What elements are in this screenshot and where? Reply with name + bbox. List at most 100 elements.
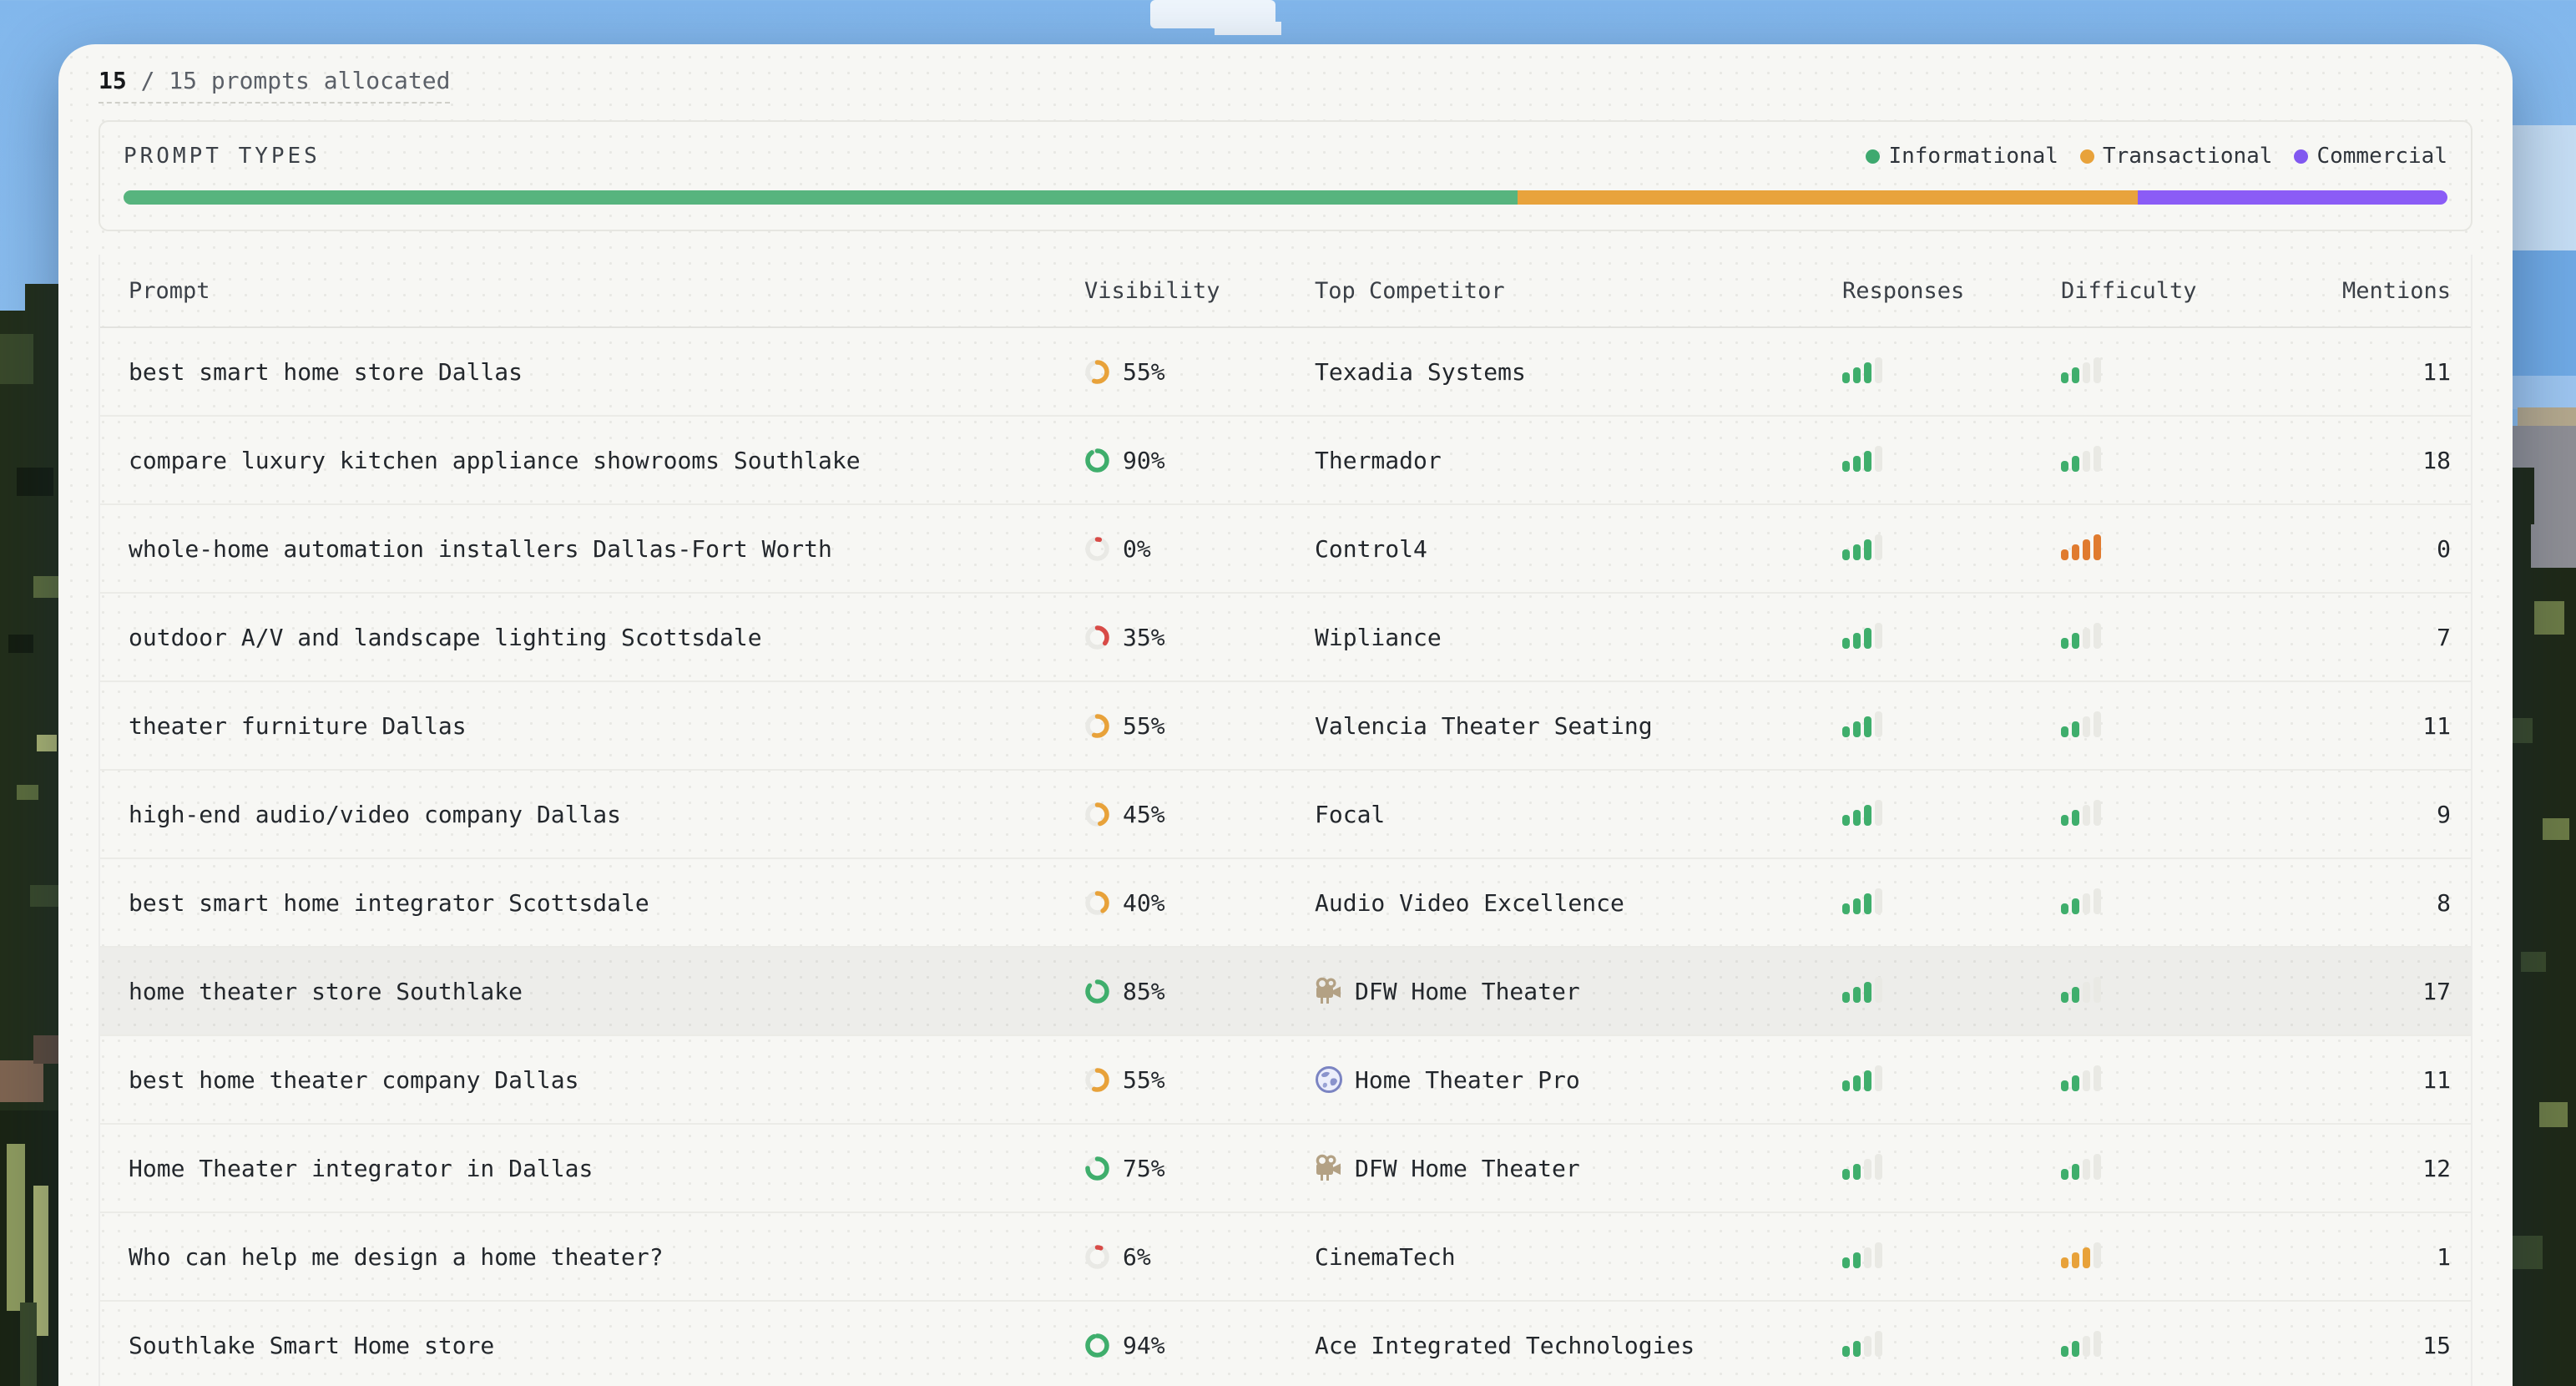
difficulty-bars-icon bbox=[2061, 886, 2101, 914]
legend-label: Commercial bbox=[2316, 144, 2447, 169]
competitor-name: CinemaTech bbox=[1315, 1243, 1456, 1271]
difficulty-cell bbox=[2061, 443, 2280, 478]
mentions-count: 1 bbox=[2280, 1243, 2451, 1271]
visibility-ring-icon bbox=[1084, 625, 1110, 650]
responses-bars-icon bbox=[1842, 355, 1882, 383]
competitor-name: DFW Home Theater bbox=[1355, 1155, 1580, 1182]
competitor-cell: DFW Home Theater bbox=[1315, 1154, 1842, 1182]
responses-cell bbox=[1842, 974, 2061, 1009]
visibility-percent: 55% bbox=[1123, 1066, 1165, 1094]
competitor-name: Home Theater Pro bbox=[1355, 1066, 1580, 1094]
table-row[interactable]: outdoor A/V and landscape lighting Scott… bbox=[100, 594, 2471, 682]
difficulty-cell bbox=[2061, 355, 2280, 389]
table-row[interactable]: Home Theater integrator in Dallas 75% bbox=[100, 1125, 2471, 1213]
visibility-ring-icon bbox=[1084, 713, 1110, 739]
responses-cell bbox=[1842, 1328, 2061, 1363]
competitor-cell: Focal bbox=[1315, 801, 1842, 828]
visibility-percent: 40% bbox=[1123, 889, 1165, 917]
visibility-ring-icon bbox=[1084, 802, 1110, 827]
table-row[interactable]: best smart home store Dallas 55% bbox=[100, 328, 2471, 417]
prompt-text: Who can help me design a home theater? bbox=[129, 1243, 1084, 1271]
prompts-allocated-counter: 15 / 15 prompts allocated bbox=[98, 66, 450, 104]
responses-bars-icon bbox=[1842, 1328, 1882, 1357]
competitor-name: Valencia Theater Seating bbox=[1315, 712, 1653, 740]
responses-cell bbox=[1842, 709, 2061, 743]
competitor-cell: CinemaTech bbox=[1315, 1243, 1842, 1271]
col-header-difficulty: Difficulty bbox=[2061, 278, 2280, 304]
visibility-cell: 0% bbox=[1084, 535, 1315, 563]
competitor-name: Wipliance bbox=[1315, 624, 1442, 651]
mentions-count: 11 bbox=[2280, 712, 2451, 740]
bar-segment-commercial bbox=[2138, 190, 2447, 205]
visibility-percent: 90% bbox=[1123, 447, 1165, 474]
legend-item: Commercial bbox=[2294, 144, 2447, 169]
table-header-row: Prompt Visibility Top Competitor Respons… bbox=[100, 255, 2471, 328]
mentions-count: 11 bbox=[2280, 1066, 2451, 1094]
responses-bars-icon bbox=[1842, 1063, 1882, 1091]
table-row[interactable]: home theater store Southlake 85% bbox=[100, 948, 2471, 1036]
prompts-panel-card: 15 / 15 prompts allocated PROMPT TYPES I… bbox=[58, 44, 2513, 1386]
competitor-name: Texadia Systems bbox=[1315, 358, 1526, 386]
difficulty-bars-icon bbox=[2061, 355, 2101, 383]
responses-bars-icon bbox=[1842, 1240, 1882, 1268]
table-row[interactable]: best home theater company Dallas 55% bbox=[100, 1036, 2471, 1125]
competitor-name: Control4 bbox=[1315, 535, 1427, 563]
visibility-cell: 55% bbox=[1084, 712, 1315, 740]
visibility-ring-icon bbox=[1084, 359, 1110, 385]
table-row[interactable]: compare luxury kitchen appliance showroo… bbox=[100, 417, 2471, 505]
mentions-count: 7 bbox=[2280, 624, 2451, 651]
globe-favicon-icon bbox=[1315, 1065, 1343, 1094]
prompt-text: home theater store Southlake bbox=[129, 978, 1084, 1005]
mentions-count: 15 bbox=[2280, 1332, 2451, 1359]
table-row[interactable]: high-end audio/video company Dallas 45% bbox=[100, 771, 2471, 859]
difficulty-cell bbox=[2061, 797, 2280, 832]
difficulty-cell bbox=[2061, 1151, 2280, 1186]
allocated-count: 15 bbox=[98, 67, 127, 94]
responses-cell bbox=[1842, 1063, 2061, 1097]
competitor-cell: DFW Home Theater bbox=[1315, 977, 1842, 1005]
table-row[interactable]: Southlake Smart Home store 94% bbox=[100, 1302, 2471, 1386]
responses-bars-icon bbox=[1842, 443, 1882, 472]
visibility-ring-icon bbox=[1084, 536, 1110, 562]
col-header-competitor: Top Competitor bbox=[1315, 278, 1842, 304]
difficulty-bars-icon bbox=[2061, 532, 2101, 560]
competitor-cell: Texadia Systems bbox=[1315, 358, 1842, 386]
table-row[interactable]: Who can help me design a home theater? 6… bbox=[100, 1213, 2471, 1302]
col-header-responses: Responses bbox=[1842, 278, 2061, 304]
prompt-text: best smart home integrator Scottsdale bbox=[129, 889, 1084, 917]
competitor-name: Focal bbox=[1315, 801, 1385, 828]
difficulty-cell bbox=[2061, 1240, 2280, 1274]
table-row[interactable]: whole-home automation installers Dallas-… bbox=[100, 505, 2471, 594]
pixel-trees-left bbox=[0, 0, 63, 1386]
table-row[interactable]: theater furniture Dallas 55% bbox=[100, 682, 2471, 771]
pixel-cloud bbox=[1215, 22, 1281, 35]
visibility-percent: 75% bbox=[1123, 1155, 1165, 1182]
visibility-ring-icon bbox=[1084, 1067, 1110, 1093]
pixel-mountain-trees-right bbox=[2509, 0, 2576, 1386]
responses-bars-icon bbox=[1842, 974, 1882, 1003]
competitor-cell: Wipliance bbox=[1315, 624, 1842, 651]
difficulty-cell bbox=[2061, 886, 2280, 920]
responses-bars-icon bbox=[1842, 532, 1882, 560]
visibility-percent: 85% bbox=[1123, 978, 1165, 1005]
responses-cell bbox=[1842, 620, 2061, 655]
competitor-name: DFW Home Theater bbox=[1355, 978, 1580, 1005]
col-header-visibility: Visibility bbox=[1084, 278, 1315, 304]
mentions-count: 17 bbox=[2280, 978, 2451, 1005]
legend-dot-icon bbox=[2080, 149, 2094, 164]
responses-bars-icon bbox=[1842, 709, 1882, 737]
difficulty-cell bbox=[2061, 974, 2280, 1009]
legend-item: Transactional bbox=[2080, 144, 2273, 169]
mentions-count: 18 bbox=[2280, 447, 2451, 474]
table-row[interactable]: best smart home integrator Scottsdale 40… bbox=[100, 859, 2471, 948]
visibility-percent: 45% bbox=[1123, 801, 1165, 828]
competitor-cell: Home Theater Pro bbox=[1315, 1065, 1842, 1094]
difficulty-cell bbox=[2061, 620, 2280, 655]
visibility-ring-icon bbox=[1084, 1333, 1110, 1358]
legend-dot-icon bbox=[2294, 149, 2308, 164]
visibility-ring-icon bbox=[1084, 448, 1110, 473]
prompt-text: Home Theater integrator in Dallas bbox=[129, 1155, 1084, 1182]
visibility-percent: 0% bbox=[1123, 535, 1151, 563]
prompt-text: theater furniture Dallas bbox=[129, 712, 1084, 740]
responses-bars-icon bbox=[1842, 620, 1882, 649]
